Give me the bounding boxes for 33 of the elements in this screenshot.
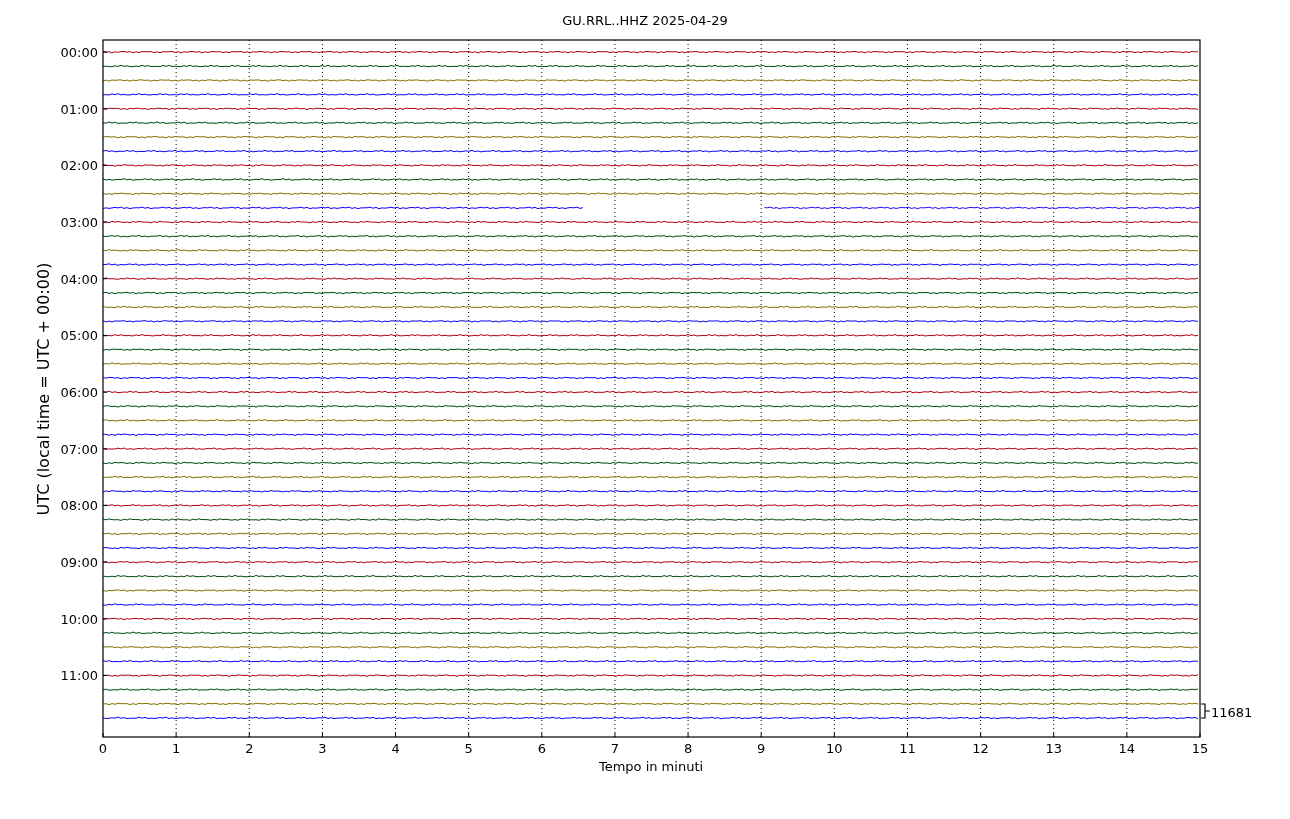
hour-label: 00:00 <box>60 45 98 60</box>
hour-label: 04:00 <box>60 271 98 287</box>
x-tick-label: 9 <box>757 741 766 756</box>
x-tick-label: 12 <box>972 741 989 756</box>
x-tick-label: 11 <box>899 741 916 756</box>
x-tick-label: 8 <box>683 741 693 756</box>
hour-label: 09:00 <box>60 555 98 571</box>
hour-label: 01:00 <box>60 101 98 117</box>
x-tick-label: 13 <box>1045 741 1062 756</box>
hour-label: 10:00 <box>60 611 98 627</box>
x-tick-label: 5 <box>464 741 473 756</box>
hour-label: 02:00 <box>60 158 98 174</box>
hour-label: 03:00 <box>60 215 98 231</box>
scale-label: 11681 <box>1211 705 1253 720</box>
x-tick-label: 0 <box>98 741 108 756</box>
hour-label: 11:00 <box>60 668 98 684</box>
x-tick-label: 3 <box>318 741 327 756</box>
x-tick-label: 1 <box>172 741 181 756</box>
x-tick-label: 15 <box>1191 741 1209 756</box>
scale-bracket-icon <box>1200 703 1211 719</box>
x-tick-label: 4 <box>391 741 400 756</box>
hour-label: 08:00 <box>60 498 98 514</box>
x-tick-label: 2 <box>245 741 254 756</box>
y-axis-label: UTC (local time = UTC + 00:00) <box>34 262 53 516</box>
x-tick-label: 6 <box>537 741 546 756</box>
hour-label: 07:00 <box>60 441 98 457</box>
hour-label: 06:00 <box>60 385 98 401</box>
plot-title: GU.RRL..HHZ 2025-04-29 <box>562 13 728 28</box>
hour-label: 05:00 <box>60 328 98 344</box>
x-tick-label: 10 <box>826 741 843 756</box>
x-tick-label: 7 <box>610 741 620 756</box>
x-axis-label: Tempo in minuti <box>598 759 704 774</box>
x-tick-label: 14 <box>1118 741 1136 756</box>
